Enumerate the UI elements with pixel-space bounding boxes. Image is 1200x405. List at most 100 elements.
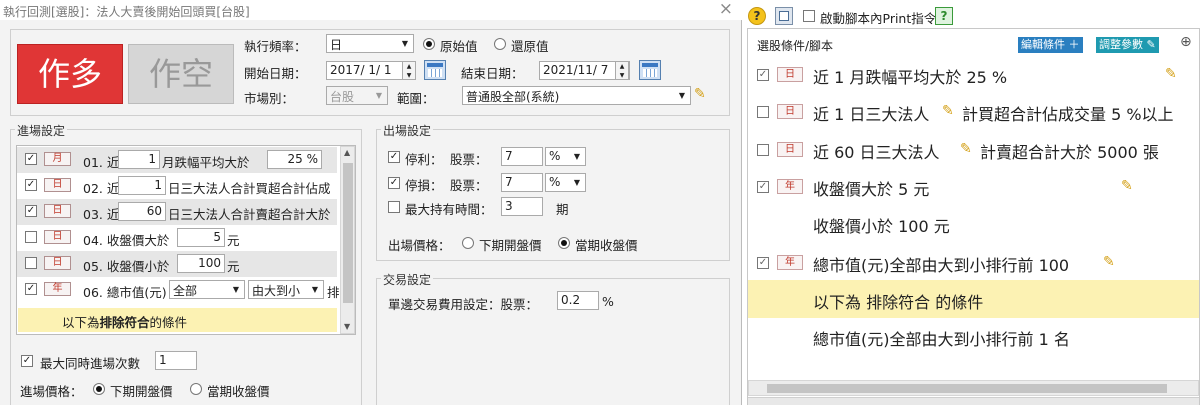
row-checkbox[interactable]	[25, 257, 37, 269]
pencil-icon[interactable]: ✎	[960, 140, 978, 158]
print-command-checkbox[interactable]	[803, 10, 815, 22]
entry-row[interactable]: ✓ 日 03. 近 60 日三大法人合計賣超合計大於	[17, 199, 337, 225]
row-value-field[interactable]: 5	[177, 228, 225, 247]
scrollbar-thumb[interactable]	[343, 163, 353, 303]
condition-checkbox[interactable]	[757, 106, 769, 118]
end-date-spinner[interactable]: ▲ ▼	[615, 61, 629, 80]
row-select[interactable]: 全部 ▼	[169, 280, 245, 299]
edit-conditions-button[interactable]: 編輯條件 ＋	[1018, 37, 1083, 53]
period-unit-label: 期	[556, 202, 569, 217]
entry-list-scrollbar[interactable]: ▲ ▼	[340, 146, 355, 334]
row-text: 月跌幅平均大於	[162, 155, 250, 170]
horizontal-scrollbar[interactable]	[748, 380, 1199, 396]
restore-value-label: 還原值	[511, 39, 549, 54]
entry-row[interactable]: ✓ 月 01. 近 1 月跌幅平均大於 25 %	[17, 147, 337, 173]
short-button[interactable]: 作空	[128, 44, 234, 104]
row-value-field[interactable]: 25 %	[267, 150, 322, 169]
entry-next-open-radio[interactable]	[93, 383, 105, 395]
print-command-label: 啟動腳本內Print指令	[820, 11, 937, 26]
condition-checkbox[interactable]: ✓	[757, 181, 769, 193]
entry-row[interactable]: ✓ 日 02. 近 1 日三大法人合計買超合計佔成	[17, 173, 337, 199]
row-checkbox[interactable]: ✓	[25, 153, 37, 165]
stop-profit-stock-label: 股票：	[450, 152, 488, 167]
entry-row[interactable]: ✓ 年 06. 總市值(元) 全部 ▼ 由大到小 ▼ 排	[17, 277, 339, 303]
fee-label: 單邊交易費用設定：股票：	[388, 297, 539, 312]
row-checkbox[interactable]: ✓	[25, 283, 37, 295]
chevron-down-icon: ▼	[375, 91, 383, 100]
freq-select[interactable]: 日 ▼	[326, 34, 414, 53]
help-icon[interactable]: ?	[748, 7, 766, 25]
market-select[interactable]: 台股 ▼	[326, 86, 388, 105]
stop-loss-unit-select[interactable]: % ▼	[545, 173, 586, 192]
fee-field[interactable]: 0.2	[557, 291, 599, 310]
row-checkbox[interactable]	[25, 231, 37, 243]
pencil-icon[interactable]: ✎	[1121, 177, 1139, 195]
condition-text: 收盤價小於 100 元	[813, 217, 950, 236]
row-text: 日三大法人合計買超合計佔成	[168, 181, 331, 196]
adjust-params-button[interactable]: 調整參數 ✎	[1096, 37, 1159, 53]
stop-profit-unit-select[interactable]: % ▼	[545, 147, 586, 166]
freq-label: 執行頻率：	[244, 39, 307, 54]
stop-loss-field[interactable]: 7	[501, 173, 543, 192]
chevron-down-icon: ▼	[573, 178, 581, 187]
stop-profit-field[interactable]: 7	[501, 147, 543, 166]
exit-current-close-label: 當期收盤價	[575, 238, 638, 253]
condition-checkbox[interactable]: ✓	[757, 69, 769, 81]
row-select[interactable]: 由大到小 ▼	[248, 280, 324, 299]
pencil-icon[interactable]: ✎	[1103, 253, 1121, 271]
exit-next-open-label: 下期開盤價	[479, 238, 542, 253]
exit-next-open-radio[interactable]	[462, 237, 474, 249]
unit-value: %	[549, 175, 561, 189]
adjust-params-label: 調整參數	[1099, 38, 1143, 51]
stop-loss-checkbox[interactable]: ✓	[388, 177, 400, 189]
condition-text: 近 1 日三大法人	[813, 105, 930, 124]
exit-current-close-radio[interactable]	[558, 237, 570, 249]
script-icon[interactable]	[775, 7, 793, 25]
row-value-field[interactable]: 1	[118, 176, 166, 195]
condition-checkbox[interactable]: ✓	[757, 257, 769, 269]
raw-value-radio[interactable]	[423, 38, 435, 50]
max-entries-field[interactable]: 1	[155, 351, 197, 370]
condition-checkbox[interactable]	[757, 144, 769, 156]
entry-row[interactable]: 日 05. 收盤價小於 100 元	[17, 251, 337, 277]
row-checkbox[interactable]: ✓	[25, 179, 37, 191]
stop-profit-checkbox[interactable]: ✓	[388, 151, 400, 163]
calendar-icon[interactable]	[639, 60, 661, 80]
exit-price-label: 出場價格：	[388, 238, 451, 253]
max-entries-checkbox[interactable]: ✓	[21, 355, 33, 367]
entry-current-close-radio[interactable]	[190, 383, 202, 395]
stop-loss-stock-label: 股票：	[450, 178, 488, 193]
row-checkbox[interactable]: ✓	[25, 205, 37, 217]
max-entries-label: 最大同時進場次數	[40, 356, 141, 371]
period-tag: 年	[44, 282, 71, 296]
pencil-icon[interactable]: ✎	[942, 102, 960, 120]
chevron-down-icon: ▼	[678, 91, 686, 100]
range-select[interactable]: 普通股全部(系統) ▼	[462, 86, 691, 105]
max-hold-field[interactable]: 3	[501, 197, 543, 216]
entry-row[interactable]: 日 04. 收盤價大於 5 元	[17, 225, 337, 251]
start-date-spinner[interactable]: ▲ ▼	[402, 61, 416, 80]
period-tag: 年	[777, 255, 803, 270]
row-text: 05. 收盤價小於	[83, 259, 170, 274]
calendar-icon[interactable]	[424, 60, 446, 80]
unit-value: %	[549, 149, 561, 163]
scrollbar-thumb[interactable]	[767, 384, 1167, 393]
exit-legend: 出場設定	[381, 122, 434, 139]
entry-legend: 進場設定	[15, 122, 68, 139]
row-value-field[interactable]: 100	[177, 254, 225, 273]
max-hold-checkbox[interactable]	[388, 201, 400, 213]
entry-price-label: 進場價格：	[20, 384, 83, 399]
long-button[interactable]: 作多	[17, 44, 123, 104]
help-icon[interactable]: ?	[935, 7, 953, 25]
scroll-down-icon[interactable]: ▼	[344, 322, 350, 331]
zoom-icon[interactable]: ⊕	[1180, 34, 1192, 50]
chevron-down-icon: ▼	[401, 39, 409, 48]
pencil-icon[interactable]: ✎	[694, 85, 712, 103]
period-tag: 日	[44, 204, 71, 218]
row-value-field[interactable]: 60	[118, 202, 166, 221]
row-value-field[interactable]: 1	[118, 150, 160, 169]
scroll-up-icon[interactable]: ▲	[344, 148, 350, 157]
restore-value-radio[interactable]	[494, 38, 506, 50]
pencil-icon[interactable]: ✎	[1165, 65, 1183, 83]
close-icon[interactable]: ×	[719, 0, 733, 18]
